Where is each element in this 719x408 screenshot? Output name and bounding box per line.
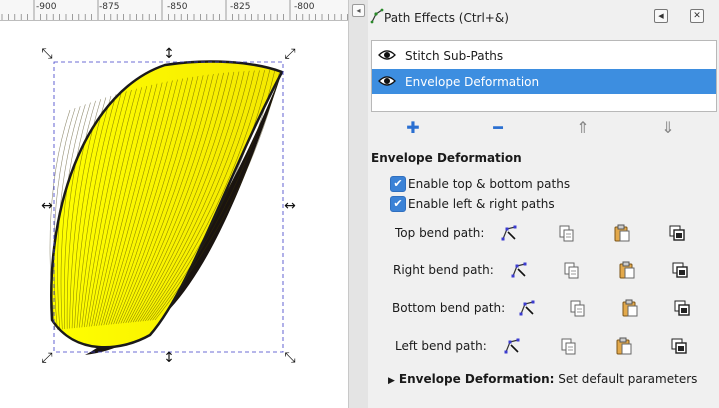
ruler-label: -900 (36, 2, 57, 12)
float-panel-icon[interactable]: ◀ (654, 9, 668, 23)
paste-path-icon[interactable] (612, 223, 632, 243)
canvas-area[interactable]: ⤡ ↕ ⤢ ↔ ↔ ⤢ ↕ ⤡ -900 -875 -850 -825 -800 (0, 0, 348, 408)
edit-path-icon[interactable] (509, 260, 529, 280)
ruler-label: -875 (99, 2, 120, 12)
horizontal-ruler[interactable]: -900 -875 -850 -825 -800 (0, 0, 348, 21)
footer-bold: Envelope Deformation: (398, 372, 555, 386)
footer-text: Set default parameters (554, 372, 698, 386)
copy-path-icon[interactable] (557, 223, 577, 243)
paste-path-icon[interactable] (614, 336, 634, 356)
edit-path-icon[interactable] (502, 336, 522, 356)
path-effects-panel: Path Effects (Ctrl+&) ◀ ✕ Stitch Sub-Pat… (368, 0, 719, 408)
resize-handle-se[interactable]: ⤡ (282, 350, 298, 366)
resize-handle-w[interactable]: ↔ (39, 198, 55, 214)
copy-path-icon[interactable] (562, 260, 582, 280)
resize-handle-n[interactable]: ↕ (161, 46, 177, 62)
checkbox-checked-icon[interactable]: ✔ (390, 176, 406, 192)
default-parameters-expander[interactable]: ▶ Envelope Deformation: Set default param… (388, 372, 697, 386)
link-path-icon[interactable] (669, 336, 689, 356)
minus-icon[interactable]: ━ (488, 118, 508, 138)
copy-path-icon[interactable] (559, 336, 579, 356)
path-effects-icon (370, 8, 384, 24)
effects-toolbar: ✚ ━ ⇑ ⇓ (368, 116, 719, 140)
link-path-icon[interactable] (670, 260, 690, 280)
panel-header: Path Effects (Ctrl+&) ◀ ✕ (368, 0, 719, 36)
checkbox-label: Enable left & right paths (408, 197, 555, 211)
copy-path-icon[interactable] (568, 298, 588, 318)
expander-arrow-icon[interactable]: ▶ (388, 376, 395, 386)
resize-handle-ne[interactable]: ⤢ (282, 46, 298, 62)
eye-icon[interactable] (378, 49, 396, 61)
bend-path-row: Bottom bend path: (368, 298, 719, 320)
bend-path-label: Left bend path: (395, 339, 487, 353)
effect-label: Envelope Deformation (405, 75, 540, 89)
resize-handle-s[interactable]: ↕ (161, 350, 177, 366)
lower-icon[interactable]: ⇓ (658, 118, 678, 138)
section-title: Envelope Deformation (371, 151, 522, 165)
bend-path-row: Left bend path: (368, 336, 719, 358)
ruler-label: -800 (294, 2, 315, 12)
ruler-label: -825 (230, 2, 251, 12)
link-path-icon[interactable] (672, 298, 692, 318)
plus-icon[interactable]: ✚ (403, 118, 423, 138)
resize-handle-sw[interactable]: ⤢ (39, 350, 55, 366)
effect-label: Stitch Sub-Paths (405, 49, 504, 63)
paste-path-icon[interactable] (617, 260, 637, 280)
bend-path-row: Top bend path: (368, 223, 719, 245)
bend-path-label: Top bend path: (395, 226, 485, 240)
raise-icon[interactable]: ⇑ (573, 118, 593, 138)
bend-path-label: Bottom bend path: (392, 301, 506, 315)
edit-path-icon[interactable] (499, 223, 519, 243)
link-path-icon[interactable] (667, 223, 687, 243)
edit-path-icon[interactable] (517, 298, 537, 318)
checkbox-label: Enable top & bottom paths (408, 177, 571, 191)
paste-path-icon[interactable] (620, 298, 640, 318)
dock-splitter[interactable]: ◂ (348, 0, 369, 408)
effect-item-stitch-sub-paths[interactable]: Stitch Sub-Paths (372, 43, 716, 68)
eye-icon[interactable] (378, 75, 396, 87)
bend-path-row: Right bend path: (368, 260, 719, 282)
close-icon[interactable]: ✕ (690, 9, 704, 23)
effect-item-envelope-deformation[interactable]: Envelope Deformation (372, 69, 716, 94)
panel-title: Path Effects (Ctrl+&) (384, 11, 509, 25)
effects-list[interactable]: Stitch Sub-Paths Envelope Deformation (371, 40, 717, 112)
checkbox-checked-icon[interactable]: ✔ (390, 196, 406, 212)
collapse-dock-icon[interactable]: ◂ (352, 4, 365, 17)
ruler-label: -850 (167, 2, 188, 12)
bend-path-label: Right bend path: (393, 263, 494, 277)
resize-handle-nw[interactable]: ⤡ (39, 46, 55, 62)
resize-handle-e[interactable]: ↔ (282, 198, 298, 214)
